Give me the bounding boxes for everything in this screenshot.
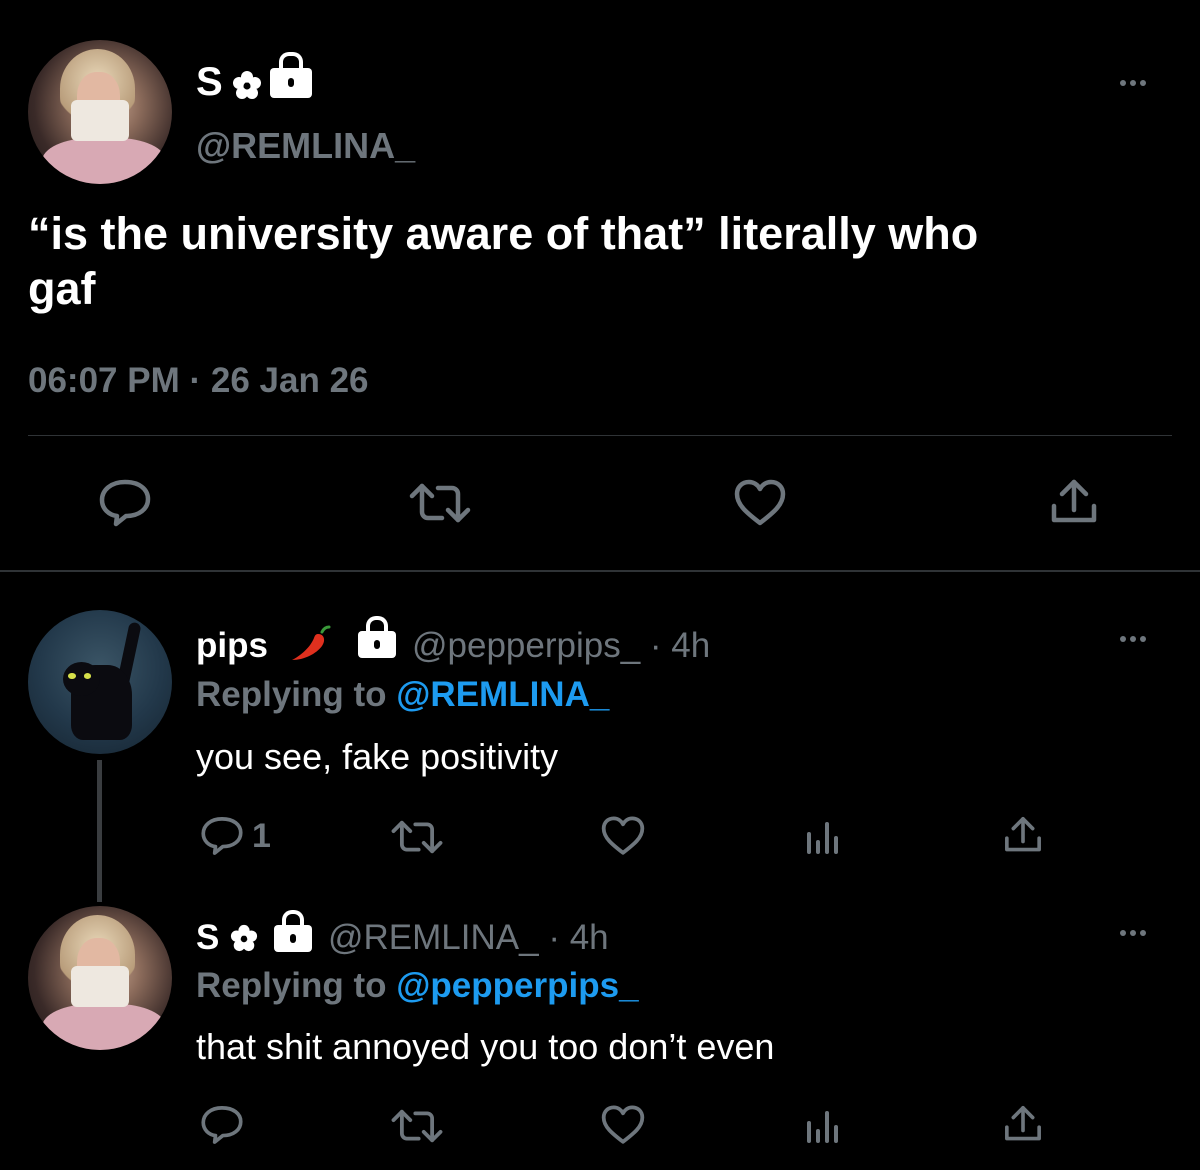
more-options-button[interactable] — [1120, 80, 1146, 86]
reply2-meta: @REMLINA_ · 4h — [328, 918, 609, 958]
share-icon[interactable] — [1048, 476, 1100, 528]
reply2-display-name[interactable]: S — [196, 918, 219, 958]
analytics-icon[interactable] — [804, 818, 842, 856]
reply2-text: that shit annoyed you too don’t even — [196, 1026, 775, 1067]
reply1-meta: @pepperpips_ · 4h — [412, 626, 710, 666]
time-separator: · — [189, 361, 202, 400]
like-icon[interactable] — [600, 1104, 646, 1146]
reply1-age: · 4h — [649, 626, 711, 665]
tweet-time: 06:07 PM — [28, 361, 180, 400]
reply-icon[interactable] — [200, 815, 244, 857]
reply2-replying-to: Replying to @pepperpips_ — [196, 966, 639, 1006]
main-tweet-time[interactable]: 06:07 PM · 26 Jan 26 — [28, 360, 369, 402]
more-options-button[interactable] — [1120, 930, 1146, 936]
retweet-icon[interactable] — [390, 816, 444, 858]
replying-prefix: Replying to — [196, 675, 387, 714]
share-icon[interactable] — [1002, 1103, 1044, 1145]
reply1-avatar[interactable] — [28, 610, 172, 754]
share-icon[interactable] — [1002, 814, 1044, 856]
main-tweet-handle[interactable]: @REMLINA_ — [196, 126, 415, 166]
main-tweet-avatar[interactable] — [28, 40, 172, 184]
main-tweet-display-name[interactable]: S — [196, 60, 223, 104]
flower-icon — [230, 924, 258, 952]
replying-prefix: Replying to — [196, 966, 387, 1005]
reply-icon[interactable] — [98, 478, 152, 528]
reply1-handle[interactable]: @pepperpips_ — [412, 626, 640, 665]
main-tweet-text-line2: gaf — [28, 263, 96, 314]
analytics-icon[interactable] — [804, 1107, 842, 1145]
section-divider — [0, 570, 1200, 572]
lock-icon — [268, 52, 314, 98]
flower-icon — [233, 71, 261, 99]
lock-icon — [356, 616, 398, 658]
stats-divider — [28, 435, 1172, 436]
reply1-display-name[interactable]: pips — [196, 626, 268, 666]
reply-icon[interactable] — [200, 1104, 244, 1146]
like-icon[interactable] — [600, 815, 646, 857]
more-options-button[interactable] — [1120, 636, 1146, 642]
like-icon[interactable] — [733, 478, 787, 528]
replying-handle-link[interactable]: @pepperpips_ — [396, 966, 638, 1005]
reply2-age: · 4h — [548, 918, 609, 957]
tweet-date: 26 Jan 26 — [210, 361, 369, 400]
reply-count: 1 — [252, 817, 271, 855]
retweet-icon[interactable] — [408, 478, 472, 528]
chili-pepper-icon — [292, 625, 331, 660]
reply2-handle[interactable]: @REMLINA_ — [328, 918, 539, 957]
reply1-replying-to: Replying to @REMLINA_ — [196, 675, 609, 715]
reply1-text: you see, fake positivity — [196, 736, 559, 777]
thread-line — [97, 760, 102, 902]
lock-icon — [272, 910, 314, 952]
main-tweet-text-line1: “is the university aware of that” litera… — [28, 208, 979, 259]
replying-handle-link[interactable]: @REMLINA_ — [396, 675, 609, 714]
reply2-avatar[interactable] — [28, 906, 172, 1050]
retweet-icon[interactable] — [390, 1105, 444, 1147]
